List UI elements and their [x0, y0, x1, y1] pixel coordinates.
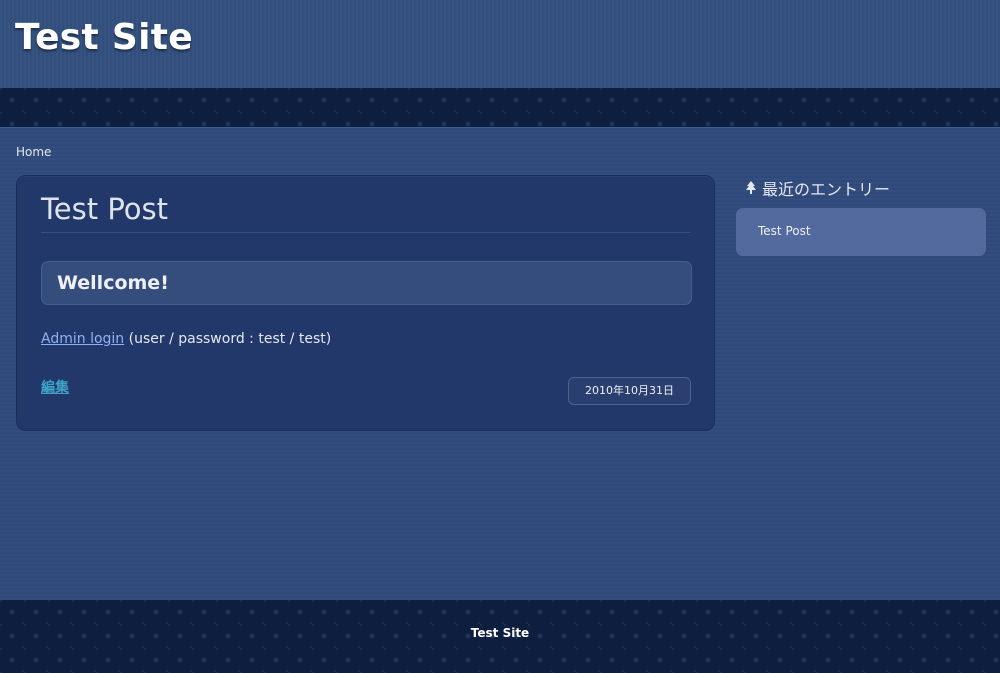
admin-login-link[interactable]: Admin login — [41, 331, 124, 347]
recent-entries-heading: 最近のエントリー — [745, 176, 890, 200]
credentials-text: (user / password : test / test) — [124, 331, 332, 347]
sidebar-entry[interactable]: Test Post — [736, 208, 986, 256]
post-date-badge: 2010年10月31日 — [568, 377, 691, 405]
edit-link[interactable]: 編集 — [41, 377, 69, 397]
header-pattern-band — [0, 88, 1000, 128]
post-card: Test Post Wellcome! Admin login (user / … — [16, 175, 715, 431]
sidebar-entry-link[interactable]: Test Post — [758, 224, 811, 238]
site-header: Test Site — [0, 0, 1000, 88]
footer-site-name: Test Site — [470, 626, 530, 640]
breadcrumb-home-link[interactable]: Home — [16, 145, 51, 159]
tree-icon — [746, 181, 756, 194]
recent-entries-heading-text: 最近のエントリー — [762, 180, 891, 199]
site-title-link[interactable]: Test Site — [15, 17, 193, 58]
post-body-line: Admin login (user / password : test / te… — [41, 331, 331, 347]
main-content-area: Home Test Post Wellcome! Admin login (us… — [0, 128, 1000, 600]
site-footer: Test Site — [0, 600, 1000, 673]
post-highlight-text: Wellcome! — [57, 272, 169, 294]
post-highlight-box: Wellcome! — [41, 261, 692, 305]
post-title: Test Post — [41, 192, 691, 233]
